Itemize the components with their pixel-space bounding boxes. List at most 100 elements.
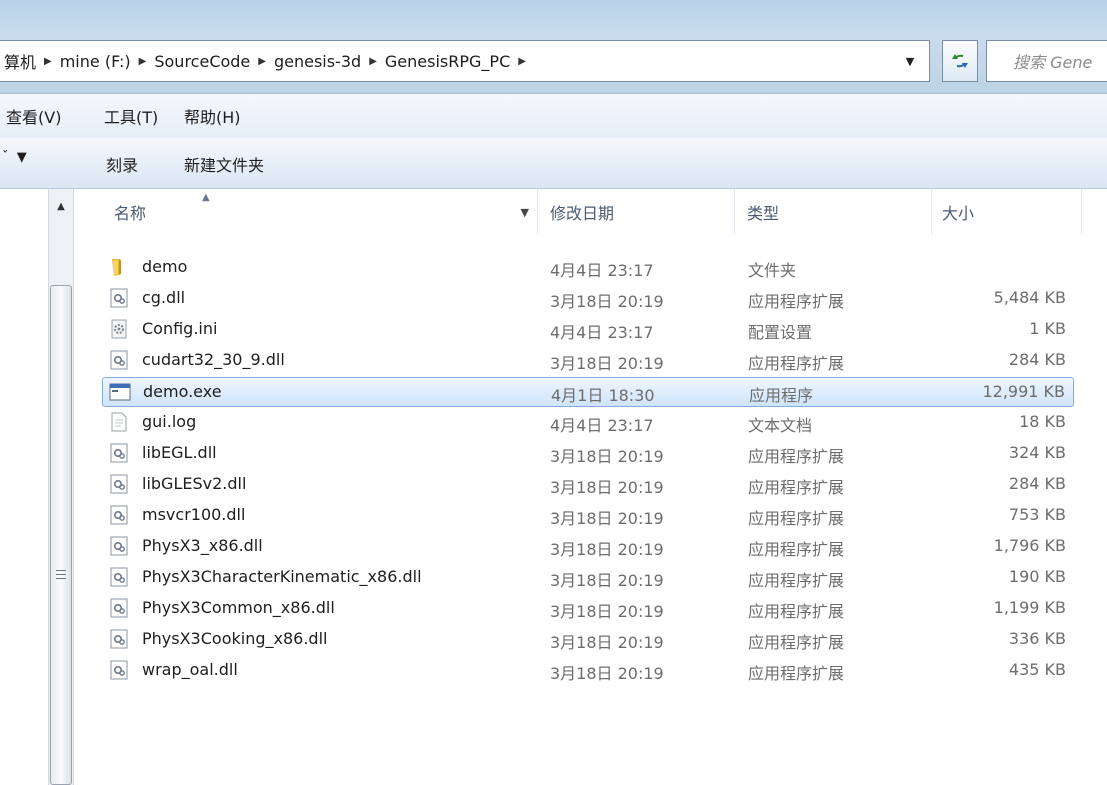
column-size[interactable]: 大小 bbox=[932, 189, 1082, 235]
burn-button[interactable]: 刻录 bbox=[106, 152, 138, 176]
file-name: PhysX3CharacterKinematic_x86.dll bbox=[142, 567, 422, 586]
file-name: libGLESv2.dll bbox=[142, 474, 247, 493]
file-modified-date: 4月4日 23:17 bbox=[550, 323, 654, 342]
breadcrumb-arrow-icon[interactable]: ▶ bbox=[40, 56, 56, 67]
dll-file-icon bbox=[108, 442, 130, 464]
file-name: Config.ini bbox=[142, 319, 218, 338]
file-row[interactable]: PhysX3CharacterKinematic_x86.dll 3月18日 20… bbox=[102, 563, 1074, 593]
breadcrumb-arrow-icon[interactable]: ▶ bbox=[365, 56, 381, 67]
dll-file-icon bbox=[108, 566, 130, 588]
organize-dropdown-icon[interactable]: ˇ ▼ bbox=[2, 150, 27, 165]
file-row[interactable]: PhysX3Common_x86.dll 3月18日 20:19 应用程序扩展 1,1… bbox=[102, 594, 1074, 624]
file-name: demo bbox=[142, 257, 188, 276]
file-row[interactable]: gui.log 4月4日 23:17 文本文档 18 KB bbox=[102, 408, 1074, 438]
address-history-dropdown-icon[interactable]: ▼ bbox=[898, 49, 922, 73]
file-type: 应用程序扩展 bbox=[748, 354, 845, 373]
address-bar[interactable]: 算机 ▶ mine (F:) ▶ SourceCode ▶ genesis-3d… bbox=[0, 40, 930, 82]
file-name: PhysX3_x86.dll bbox=[142, 536, 263, 555]
file-row[interactable]: cg.dll 3月18日 20:19 应用程序扩展 5,484 KB bbox=[102, 284, 1074, 314]
menu-view[interactable]: 查看(V) bbox=[6, 104, 61, 128]
dll-file-icon bbox=[108, 349, 130, 371]
file-modified-date: 3月18日 20:19 bbox=[550, 292, 664, 311]
file-modified-date: 4月1日 18:30 bbox=[551, 386, 655, 405]
scrollbar-thumb[interactable] bbox=[50, 285, 72, 785]
file-size: 1,796 KB bbox=[993, 536, 1066, 555]
file-name: cg.dll bbox=[142, 288, 186, 307]
refresh-icon bbox=[952, 54, 968, 68]
file-type: 应用程序扩展 bbox=[748, 664, 845, 683]
breadcrumb-arrow-icon[interactable]: ▶ bbox=[254, 56, 270, 67]
ini-file-icon bbox=[108, 318, 130, 340]
scroll-up-arrow-icon[interactable]: ▲ bbox=[49, 195, 73, 217]
breadcrumb-genesis[interactable]: genesis-3d bbox=[270, 52, 365, 71]
file-size: 5,484 KB bbox=[993, 288, 1066, 307]
file-row[interactable]: cudart32_30_9.dll 3月18日 20:19 应用程序扩展 284 KB bbox=[102, 346, 1074, 376]
file-modified-date: 3月18日 20:19 bbox=[550, 447, 664, 466]
file-row[interactable]: PhysX3_x86.dll 3月18日 20:19 应用程序扩展 1,796 KB bbox=[102, 532, 1074, 562]
breadcrumb-project[interactable]: GenesisRPG_PC bbox=[381, 52, 514, 71]
new-folder-button[interactable]: 新建文件夹 bbox=[184, 152, 264, 176]
dll-file-icon bbox=[108, 659, 130, 681]
file-type: 应用程序扩展 bbox=[748, 540, 845, 559]
file-name: PhysX3Cooking_x86.dll bbox=[142, 629, 328, 648]
column-type-label: 类型 bbox=[747, 204, 780, 223]
file-type: 应用程序扩展 bbox=[748, 478, 845, 497]
file-modified-date: 3月18日 20:19 bbox=[550, 633, 664, 652]
file-row[interactable]: Config.ini 4月4日 23:17 配置设置 1 KB bbox=[102, 315, 1074, 345]
grip-icon bbox=[56, 570, 66, 580]
sort-ascending-icon: ▲ bbox=[202, 192, 210, 203]
breadcrumb-arrow-icon[interactable]: ▶ bbox=[514, 56, 530, 67]
column-date[interactable]: 修改日期 bbox=[538, 189, 735, 235]
search-input[interactable]: 搜索 Gene bbox=[986, 40, 1107, 82]
column-filter-dropdown-icon[interactable]: ▼ bbox=[521, 206, 529, 219]
breadcrumb-sourcecode[interactable]: SourceCode bbox=[150, 52, 254, 71]
file-modified-date: 3月18日 20:19 bbox=[550, 602, 664, 621]
menu-tools[interactable]: 工具(T) bbox=[104, 104, 158, 128]
file-row-selected[interactable]: demo.exe 4月1日 18:30 应用程序 12,991 KB bbox=[102, 377, 1074, 407]
file-name: wrap_oal.dll bbox=[142, 660, 238, 679]
file-modified-date: 3月18日 20:19 bbox=[550, 354, 664, 373]
folder-icon bbox=[108, 256, 130, 278]
breadcrumb-computer[interactable]: 算机 bbox=[0, 49, 40, 73]
file-modified-date: 3月18日 20:19 bbox=[550, 509, 664, 528]
file-type: 文本文档 bbox=[748, 416, 813, 435]
file-row[interactable]: wrap_oal.dll 3月18日 20:19 应用程序扩展 435 KB bbox=[102, 656, 1074, 686]
file-type: 应用程序扩展 bbox=[748, 602, 845, 621]
file-size: 18 KB bbox=[1019, 412, 1066, 431]
file-type: 应用程序 bbox=[749, 386, 814, 405]
file-type: 应用程序扩展 bbox=[748, 509, 845, 528]
menu-bar: 查看(V) 工具(T) 帮助(H) bbox=[0, 93, 1107, 139]
refresh-button[interactable] bbox=[942, 40, 978, 82]
file-modified-date: 3月18日 20:19 bbox=[550, 478, 664, 497]
breadcrumb-arrow-icon[interactable]: ▶ bbox=[135, 56, 151, 67]
dll-file-icon bbox=[108, 628, 130, 650]
text-file-icon bbox=[108, 411, 130, 433]
column-type[interactable]: 类型 bbox=[735, 189, 932, 235]
file-name: PhysX3Common_x86.dll bbox=[142, 598, 335, 617]
file-row[interactable]: demo 4月4日 23:17 文件夹 bbox=[102, 253, 1074, 283]
file-modified-date: 3月18日 20:19 bbox=[550, 571, 664, 590]
file-name: cudart32_30_9.dll bbox=[142, 350, 285, 369]
file-name: msvcr100.dll bbox=[142, 505, 246, 524]
file-row[interactable]: PhysX3Cooking_x86.dll 3月18日 20:19 应用程序扩展 33… bbox=[102, 625, 1074, 655]
dll-file-icon bbox=[108, 473, 130, 495]
dll-file-icon bbox=[108, 287, 130, 309]
file-type: 文件夹 bbox=[748, 261, 797, 280]
file-row[interactable]: libEGL.dll 3月18日 20:19 应用程序扩展 324 KB bbox=[102, 439, 1074, 469]
file-row[interactable]: libGLESv2.dll 3月18日 20:19 应用程序扩展 284 KB bbox=[102, 470, 1074, 500]
address-bar-area: 算机 ▶ mine (F:) ▶ SourceCode ▶ genesis-3d… bbox=[0, 0, 1107, 93]
menu-help[interactable]: 帮助(H) bbox=[184, 104, 241, 128]
file-row[interactable]: msvcr100.dll 3月18日 20:19 应用程序扩展 753 KB bbox=[102, 501, 1074, 531]
file-type: 应用程序扩展 bbox=[748, 571, 845, 590]
file-size: 284 KB bbox=[1008, 350, 1066, 369]
file-size: 435 KB bbox=[1008, 660, 1066, 679]
file-size: 12,991 KB bbox=[982, 382, 1065, 401]
breadcrumb-drive[interactable]: mine (F:) bbox=[56, 52, 135, 71]
file-modified-date: 4月4日 23:17 bbox=[550, 261, 654, 280]
dll-file-icon bbox=[108, 535, 130, 557]
column-name-label: 名称 bbox=[114, 204, 147, 223]
column-name[interactable]: 名称 ▼ bbox=[82, 189, 538, 235]
exe-file-icon bbox=[109, 381, 131, 403]
navigation-scrollbar[interactable]: ▲ bbox=[48, 189, 74, 785]
file-type: 应用程序扩展 bbox=[748, 447, 845, 466]
